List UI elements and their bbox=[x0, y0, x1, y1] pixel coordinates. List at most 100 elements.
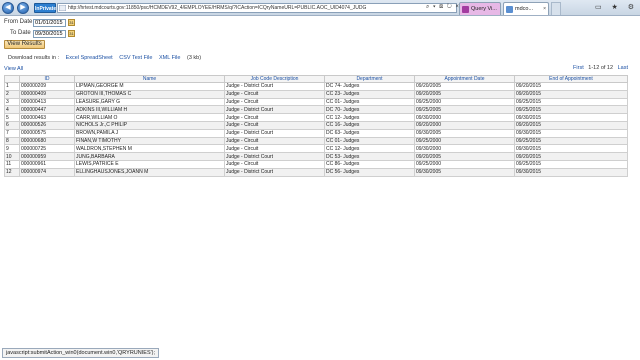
cell-name: ADKINS III,WILLIAM H bbox=[74, 105, 225, 115]
cell-rownum: 9 bbox=[4, 144, 20, 154]
cell-appointment-date: 09/30/2005 bbox=[414, 128, 515, 138]
back-button[interactable]: ◀ bbox=[2, 2, 14, 14]
cell-id: 000000463 bbox=[19, 113, 75, 122]
forward-arrow-icon: ▶ bbox=[20, 4, 26, 11]
results-table: ID Name Job Code Description Department … bbox=[4, 75, 628, 177]
cell-appointment-date: 09/20/2005 bbox=[414, 89, 515, 99]
back-arrow-icon: ◀ bbox=[5, 4, 11, 11]
table-header-row: ID Name Job Code Description Department … bbox=[4, 75, 628, 83]
from-calendar-icon[interactable]: 31 bbox=[68, 19, 75, 26]
table-row: 7 000000575 BROWN,PAMILA J Judge - District… bbox=[4, 128, 628, 138]
cell-department: CC 86- Judges bbox=[324, 159, 415, 169]
cell-job-code: Judge - District Court bbox=[224, 82, 325, 91]
cell-appointment-date: 09/25/2000 bbox=[414, 136, 515, 146]
table-body: 1 000000209 LIPMAN,GEORGE M Judge - Distric… bbox=[4, 82, 628, 177]
cell-department: DC 56- Judges bbox=[324, 167, 415, 177]
cell-id: 000000409 bbox=[19, 89, 75, 99]
to-date-input[interactable]: 09/30/2015 bbox=[33, 30, 66, 38]
download-results: Download results in : Excel SpreadSheet … bbox=[8, 55, 201, 61]
cell-end-of-appointment: 09/30/2015 bbox=[514, 167, 628, 177]
cell-rownum: 6 bbox=[4, 120, 20, 130]
inprivate-badge: InPrivate bbox=[34, 3, 56, 13]
tab-mdcourts[interactable]: mdco... × bbox=[503, 2, 549, 15]
cell-appointment-date: 09/25/2000 bbox=[414, 159, 515, 169]
cell-name: CARR,WILLIAM O bbox=[74, 113, 225, 122]
table-row: 5 000000463 CARR,WILLIAM O Judge - Circuit C… bbox=[4, 113, 628, 122]
col-header-rownum bbox=[4, 75, 20, 83]
address-actions-icons[interactable]: ⌕ ▾ ⊠ ↻ × bbox=[426, 4, 460, 11]
cell-end-of-appointment: 09/20/2015 bbox=[514, 82, 628, 91]
to-calendar-icon[interactable]: 31 bbox=[68, 30, 75, 37]
first-page-link[interactable]: First bbox=[573, 65, 584, 71]
forward-button[interactable]: ▶ bbox=[17, 2, 29, 14]
query-tab-icon bbox=[462, 6, 469, 13]
page-favicon-icon bbox=[59, 5, 66, 11]
cell-name: LIPMAN,GEORGE M bbox=[74, 82, 225, 91]
cell-appointment-date: 09/20/2005 bbox=[414, 82, 515, 91]
cell-id: 000000413 bbox=[19, 97, 75, 107]
cell-job-code: Judge - District Court bbox=[224, 152, 325, 161]
table-row: 4 000000447 ADKINS III,WILLIAM H Judge - Di… bbox=[4, 105, 628, 115]
tab-query-viewer[interactable]: Query Vi... bbox=[459, 2, 501, 15]
cell-name: FINAN,W TIMOTHY bbox=[74, 136, 225, 146]
cell-rownum: 5 bbox=[4, 113, 20, 122]
cell-name: WALDRON,STEPHEN M bbox=[74, 144, 225, 154]
col-header-job-code[interactable]: Job Code Description bbox=[224, 75, 325, 83]
cell-rownum: 10 bbox=[4, 152, 20, 161]
cell-name: GROTON III,THOMAS C bbox=[74, 89, 225, 99]
cell-id: 000000725 bbox=[19, 144, 75, 154]
table-row: 12 000000974 ELLINGHAUSJONES,JOANN M Judge … bbox=[4, 167, 628, 177]
cell-job-code: Judge - District Court bbox=[224, 128, 325, 138]
cell-department: DC 74- Judges bbox=[324, 82, 415, 91]
status-bar: javascript:submitAction_win0(document.wi… bbox=[2, 348, 160, 358]
cell-name: LEASURE,GARY G bbox=[74, 97, 225, 107]
col-header-department[interactable]: Department bbox=[324, 75, 415, 83]
cell-job-code: Judge - Circuit bbox=[224, 159, 325, 169]
cell-end-of-appointment: 09/30/2015 bbox=[514, 113, 628, 122]
from-date-input[interactable]: 01/01/2015 bbox=[33, 19, 66, 27]
col-header-name[interactable]: Name bbox=[74, 75, 225, 83]
cell-job-code: Judge - Circuit bbox=[224, 89, 325, 99]
cell-department: DC 53- Judges bbox=[324, 152, 415, 161]
table-row: 11 000000961 LEWIS,PATRICE E Judge - Circui… bbox=[4, 159, 628, 169]
cell-end-of-appointment: 09/20/2015 bbox=[514, 89, 628, 99]
to-date-label: To Date bbox=[10, 30, 31, 36]
col-header-id[interactable]: ID bbox=[19, 75, 75, 83]
view-results-button[interactable]: View Results bbox=[4, 40, 45, 49]
cell-rownum: 2 bbox=[4, 89, 20, 99]
last-page-link[interactable]: Last bbox=[618, 65, 628, 71]
col-header-appointment-date[interactable]: Appointment Date bbox=[414, 75, 515, 83]
cell-job-code: Judge - District Court bbox=[224, 105, 325, 115]
cell-appointment-date: 09/20/2005 bbox=[414, 152, 515, 161]
new-tab-button[interactable] bbox=[551, 2, 561, 15]
cell-appointment-date: 09/20/2000 bbox=[414, 120, 515, 130]
csv-download-link[interactable]: CSV Text File bbox=[119, 55, 152, 61]
cell-job-code: Judge - District Court bbox=[224, 167, 325, 177]
cell-job-code: Judge - Circuit bbox=[224, 113, 325, 122]
cell-name: NICHOLS Jr.,C PHILIP bbox=[74, 120, 225, 130]
cell-appointment-date: 09/25/2005 bbox=[414, 105, 515, 115]
cell-job-code: Judge - Circuit bbox=[224, 120, 325, 130]
cell-name: BROWN,PAMILA J bbox=[74, 128, 225, 138]
excel-download-link[interactable]: Excel SpreadSheet bbox=[66, 55, 113, 61]
cell-department: CC 12- Judges bbox=[324, 113, 415, 122]
download-label: Download results in : bbox=[8, 55, 60, 61]
view-all-link[interactable]: View All bbox=[4, 66, 23, 72]
address-url: http://hrtest.mdcourts.gov:11850/psc/HCM… bbox=[68, 5, 367, 11]
cell-name: LEWIS,PATRICE E bbox=[74, 159, 225, 169]
cell-department: CC 01- Judges bbox=[324, 136, 415, 146]
browser-tools-icons[interactable]: ▭ ★ ⚙ bbox=[595, 3, 638, 11]
cell-end-of-appointment: 09/25/2015 bbox=[514, 159, 628, 169]
address-bar[interactable]: http://hrtest.mdcourts.gov:11850/psc/HCM… bbox=[57, 3, 457, 13]
cell-end-of-appointment: 09/25/2015 bbox=[514, 136, 628, 146]
cell-rownum: 12 bbox=[4, 167, 20, 177]
cell-end-of-appointment: 09/20/2015 bbox=[514, 152, 628, 161]
cell-id: 000000209 bbox=[19, 82, 75, 91]
table-row: 6 000000526 NICHOLS Jr.,C PHILIP Judge - Ci… bbox=[4, 120, 628, 130]
cell-department: CC 16- Judges bbox=[324, 120, 415, 130]
close-tab-icon[interactable]: × bbox=[543, 3, 546, 15]
cell-id: 000000961 bbox=[19, 159, 75, 169]
xml-download-link[interactable]: XML File bbox=[159, 55, 181, 61]
col-header-end-of-appointment[interactable]: End of Appointment bbox=[514, 75, 628, 83]
cell-department: DC 63- Judges bbox=[324, 128, 415, 138]
